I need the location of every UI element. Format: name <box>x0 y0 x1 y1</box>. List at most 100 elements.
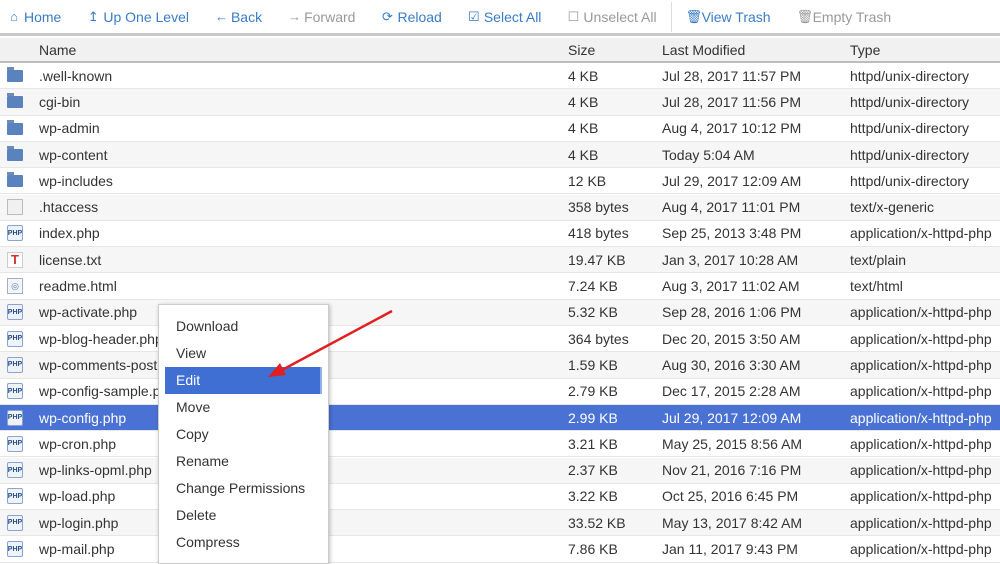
up-one-level-button[interactable]: ↥ Up One Level <box>87 9 189 25</box>
file-type: application/x-httpd-php <box>850 514 992 531</box>
file-row[interactable]: wp-includes 12 KB Jul 29, 2017 12:09 AM htt… <box>0 168 1000 195</box>
file-type: application/x-httpd-php <box>850 409 992 426</box>
file-type: application/x-httpd-php <box>850 225 992 242</box>
arrow-left-icon: ← <box>214 9 228 24</box>
unselect-all-button[interactable]: ☐ Unselect All <box>567 8 657 25</box>
checkbox-checked-icon: ☑ <box>468 8 480 24</box>
menu-item-edit[interactable]: Edit <box>165 367 322 394</box>
file-size: 3.21 KB <box>568 435 618 452</box>
file-size: 4 KB <box>568 146 599 163</box>
file-row[interactable]: PHP wp-config.php 2.99 KB Jul 29, 2017 12:0… <box>0 404 1000 432</box>
view-trash-button[interactable]: 🗑 View Trash <box>686 9 771 25</box>
php-file-icon: PHP <box>7 488 23 505</box>
file-type: application/x-httpd-php <box>850 383 992 400</box>
file-modified: Oct 25, 2016 6:45 PM <box>662 488 799 505</box>
trash-icon: 🗑 <box>796 8 814 24</box>
php-file-icon: PHP <box>7 304 23 321</box>
reload-icon: ⟳ <box>382 8 393 24</box>
home-button[interactable]: ⌂ Home <box>8 9 61 25</box>
php-file-icon: PHP <box>7 541 23 558</box>
file-row[interactable]: cgi-bin 4 KB Jul 28, 2017 11:56 PM httpd/un… <box>0 89 1000 116</box>
file-modified: Nov 21, 2016 7:16 PM <box>662 462 802 479</box>
file-modified: Jan 3, 2017 10:28 AM <box>662 251 799 268</box>
file-row[interactable]: PHP wp-load.php 3.22 KB Oct 25, 2016 6:45 P… <box>0 484 1000 511</box>
file-size: 1.59 KB <box>568 356 618 373</box>
html-file-icon: ◎ <box>7 278 23 295</box>
file-row[interactable]: .htaccess 358 bytes Aug 4, 2017 11:01 PM te… <box>0 194 1000 221</box>
file-row[interactable]: PHP wp-activate.php 5.32 KB Sep 28, 2016 1:… <box>0 299 1000 326</box>
forward-button[interactable]: → Forward <box>288 9 355 25</box>
file-type: httpd/unix-directory <box>850 67 970 84</box>
file-row[interactable]: PHP wp-links-opml.php 2.37 KB Nov 21, 2016 … <box>0 457 1000 484</box>
file-modified: Today 5:04 AM <box>662 146 755 163</box>
file-name: wp-mail.php <box>39 541 115 558</box>
home-icon: ⌂ <box>10 9 18 24</box>
table-header: Name Size Last Modified Type <box>0 38 1000 63</box>
file-name: wp-links-opml.php <box>39 462 152 479</box>
file-row[interactable]: wp-admin 4 KB Aug 4, 2017 10:12 PM httpd/un… <box>0 116 1000 142</box>
file-row[interactable]: PHP wp-cron.php 3.21 KB May 25, 2015 8:56 A… <box>0 431 1000 458</box>
file-modified: Aug 4, 2017 10:12 PM <box>662 120 802 137</box>
file-modified: Aug 3, 2017 11:02 AM <box>662 278 800 295</box>
toolbar-label: Reload <box>397 8 442 25</box>
generic-file-icon <box>7 199 23 216</box>
file-size: 4 KB <box>568 67 599 84</box>
file-row[interactable]: .well-known 4 KB Jul 28, 2017 11:57 PM http… <box>0 63 1000 90</box>
menu-item-copy[interactable]: Copy <box>159 421 328 448</box>
menu-item-rename[interactable]: Rename <box>159 448 328 475</box>
back-button[interactable]: ← Back <box>215 9 262 25</box>
file-type: httpd/unix-directory <box>850 120 970 137</box>
menu-item-move[interactable]: Move <box>159 394 328 421</box>
file-size: 4 KB <box>568 93 599 110</box>
column-header-modified[interactable]: Last Modified <box>662 42 745 58</box>
file-row[interactable]: ◎ readme.html 7.24 KB Aug 3, 2017 11:02 AM t… <box>0 273 1000 300</box>
file-name: wp-includes <box>39 172 113 189</box>
file-name: wp-activate.php <box>39 304 138 321</box>
file-row[interactable]: PHP index.php 418 bytes Sep 25, 2013 3:48 P… <box>0 221 1000 248</box>
file-size: 2.37 KB <box>568 462 618 479</box>
file-modified: May 25, 2015 8:56 AM <box>662 435 803 452</box>
folder-icon <box>7 172 23 188</box>
file-row[interactable]: PHP wp-config-sample.php 2.79 KB Dec 17, 20… <box>0 379 1000 405</box>
file-row[interactable]: PHP wp-comments-post.php 1.59 KB Aug 30, 20… <box>0 352 1000 379</box>
file-modified: Aug 4, 2017 11:01 PM <box>662 199 801 216</box>
file-modified: Sep 25, 2013 3:48 PM <box>662 225 802 242</box>
menu-item-compress[interactable]: Compress <box>159 529 328 556</box>
checkbox-empty-icon: ☐ <box>567 8 580 24</box>
file-modified: Jul 29, 2017 12:09 AM <box>662 172 802 189</box>
file-type: application/x-httpd-php <box>850 541 992 558</box>
arrow-right-icon: → <box>288 9 302 24</box>
menu-item-view[interactable]: View <box>159 340 328 367</box>
toolbar-label: Forward <box>304 8 356 25</box>
file-modified: Jul 28, 2017 11:56 PM <box>662 93 802 110</box>
toolbar-label: Home <box>24 8 62 25</box>
file-size: 358 bytes <box>568 199 629 216</box>
file-size: 2.79 KB <box>568 383 618 400</box>
file-size: 2.99 KB <box>568 409 618 426</box>
menu-item-delete[interactable]: Delete <box>159 502 328 529</box>
toolbar-label: View Trash <box>701 8 771 25</box>
file-row[interactable]: PHP wp-blog-header.php 364 bytes Dec 20, 20… <box>0 326 1000 353</box>
file-row[interactable]: Tlicense.txt 19.47 KB Jan 3, 2017 10:28 AM… <box>0 247 1000 274</box>
column-header-type[interactable]: Type <box>850 42 880 58</box>
file-type: httpd/unix-directory <box>850 146 970 163</box>
php-file-icon: PHP <box>7 462 23 479</box>
file-row[interactable]: wp-content 4 KB Today 5:04 AM httpd/unix-di… <box>0 141 1000 169</box>
toolbar-label: Up One Level <box>103 8 189 25</box>
php-file-icon: PHP <box>7 383 23 400</box>
file-modified: May 13, 2017 8:42 AM <box>662 514 803 531</box>
file-type: httpd/unix-directory <box>850 93 970 110</box>
select-all-button[interactable]: ☑ Select All <box>468 8 541 25</box>
file-modified: Sep 28, 2016 1:06 PM <box>662 304 802 321</box>
file-modified: Dec 20, 2015 3:50 AM <box>662 330 801 347</box>
reload-button[interactable]: ⟳ Reload <box>381 8 442 25</box>
column-header-name[interactable]: Name <box>39 42 76 58</box>
file-modified: Jan 11, 2017 9:43 PM <box>662 541 798 558</box>
menu-item-change-permissions[interactable]: Change Permissions <box>159 475 328 502</box>
menu-item-download[interactable]: Download <box>159 313 328 340</box>
column-header-size[interactable]: Size <box>568 42 595 58</box>
file-row[interactable]: PHP wp-login.php 33.52 KB May 13, 2017 8:42… <box>0 510 1000 537</box>
file-name: .htaccess <box>39 199 99 216</box>
file-name: license.txt <box>39 251 102 268</box>
empty-trash-button[interactable]: 🗑 Empty Trash <box>797 9 892 25</box>
